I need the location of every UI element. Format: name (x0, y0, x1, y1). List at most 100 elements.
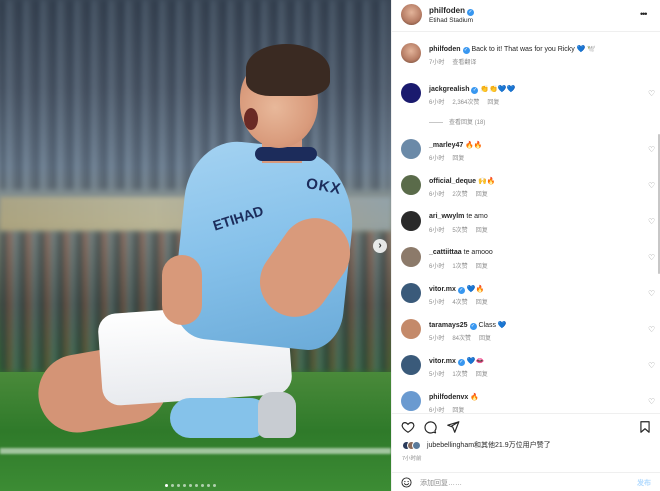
comment-likes[interactable]: 84次赞 (452, 336, 471, 342)
comment-line: vitor.mx ✓ 💙🔥 (429, 285, 484, 294)
reply-button[interactable]: 回复 (476, 228, 488, 234)
comment-text: te amo (466, 213, 488, 220)
comment-meta: 6小时 回复 (429, 153, 472, 162)
comment-like-heart-icon[interactable]: ♡ (648, 181, 655, 190)
comment-likes[interactable]: 1次赞 (452, 372, 467, 378)
comment-username[interactable]: official_deque (429, 178, 476, 185)
reply-button[interactable]: 回复 (476, 192, 488, 198)
carousel-dot[interactable] (207, 484, 210, 487)
more-options-icon[interactable]: ••• (640, 9, 648, 19)
carousel-dot[interactable] (189, 484, 192, 487)
comment-time: 6小时 (429, 192, 445, 198)
comment-item: _cattiittaa te amooo 6小时 1次赞 回复 ♡ (392, 247, 660, 283)
reply-button[interactable]: 回复 (452, 156, 464, 162)
comment-like-heart-icon[interactable]: ♡ (648, 145, 655, 154)
comment-text: Class 💙 (478, 322, 507, 329)
reply-button[interactable]: 回复 (476, 264, 488, 270)
carousel-dot[interactable] (177, 484, 180, 487)
post-comment-button[interactable]: 发布 (637, 478, 651, 488)
share-send-icon[interactable] (446, 420, 460, 434)
comments-list[interactable]: philfoden ✓ Back to it! That was for you … (392, 33, 660, 413)
comment-bubble-icon[interactable] (423, 420, 437, 434)
player-collar (255, 147, 317, 161)
reply-button[interactable]: 回复 (487, 100, 499, 106)
comment-likes[interactable]: 2,364次赞 (452, 100, 479, 106)
comment-avatar[interactable] (401, 391, 421, 411)
comment-line: jackgrealish ✓ 👏👏💙💙 (429, 85, 515, 94)
emoji-smiley-icon[interactable] (401, 477, 412, 488)
comment-username[interactable]: vitor.mx (429, 286, 456, 293)
comment-likes[interactable]: 1次赞 (452, 264, 467, 270)
comment-username[interactable]: vitor.mx (429, 358, 456, 365)
player-hand (162, 255, 202, 325)
comment-likes[interactable]: 2次赞 (452, 192, 467, 198)
comment-meta: 6小时 1次赞 回复 (429, 261, 496, 270)
comment-text: te amooo (463, 249, 493, 256)
comment-username[interactable]: taramays25 (429, 322, 468, 329)
comment-username[interactable]: _marley47 (429, 142, 463, 149)
comment-like-heart-icon[interactable]: ♡ (648, 325, 655, 334)
view-replies-link[interactable]: 查看回复 (18) (429, 117, 485, 126)
post-actions: jubebellingham和其他21.9万位用户赞了 7小时前 发布 (392, 413, 660, 491)
comment-item: _marley47 🔥🔥 6小时 回复 ♡ (392, 139, 660, 175)
post-photo[interactable]: OKX ETIHAD › (0, 0, 391, 491)
comment-like-heart-icon[interactable]: ♡ (648, 217, 655, 226)
comment-avatar[interactable] (401, 355, 421, 375)
comment-username[interactable]: _cattiittaa (429, 249, 462, 256)
post-location[interactable]: Etihad Stadium (429, 17, 473, 24)
comment-time: 5小时 (429, 372, 445, 378)
comment-like-heart-icon[interactable]: ♡ (648, 253, 655, 262)
comment-avatar[interactable] (401, 247, 421, 267)
view-replies-label[interactable]: 查看回复 (18) (449, 120, 485, 126)
carousel-dot[interactable] (183, 484, 186, 487)
comment-input[interactable] (420, 476, 620, 490)
comment-text: 💙🔥 (466, 286, 485, 293)
comment-username[interactable]: philfodenvx (429, 394, 468, 401)
comment-like-heart-icon[interactable]: ♡ (648, 289, 655, 298)
reply-button[interactable]: 回复 (476, 300, 488, 306)
comment-line: _cattiittaa te amooo (429, 249, 493, 256)
comment-like-heart-icon[interactable]: ♡ (648, 89, 655, 98)
carousel-dot[interactable] (165, 484, 168, 487)
carousel-dot[interactable] (171, 484, 174, 487)
comment-avatar[interactable] (401, 175, 421, 195)
likers-text[interactable]: jubebellingham和其他21.9万位用户赞了 (427, 442, 551, 449)
bookmark-save-icon[interactable] (638, 420, 652, 434)
verified-badge-icon: ✓ (471, 87, 479, 94)
see-translation-link[interactable]: 查看翻译 (452, 60, 476, 66)
likers-summary[interactable]: jubebellingham和其他21.9万位用户赞了 (402, 440, 551, 450)
reply-button[interactable]: 回复 (476, 372, 488, 378)
comment-item: official_deque 🙌🔥 6小时 2次赞 回复 ♡ (392, 175, 660, 211)
next-image-button[interactable]: › (373, 239, 387, 253)
comment-meta: 5小时 1次赞 回复 (429, 369, 496, 378)
comment-meta: 5小时 84次赞 回复 (429, 333, 499, 342)
comment-time: 6小时 (429, 100, 445, 106)
comment-like-heart-icon[interactable]: ♡ (648, 397, 655, 406)
carousel-dot[interactable] (195, 484, 198, 487)
reply-button[interactable]: 回复 (479, 336, 491, 342)
comment-text: 💙👄 (466, 358, 485, 365)
caption-username[interactable]: philfoden (429, 46, 461, 53)
comment-likes[interactable]: 4次赞 (452, 300, 467, 306)
caption-line: philfoden ✓ Back to it! That was for you … (429, 45, 596, 54)
author-username[interactable]: philfoden ✓ (429, 6, 474, 16)
comment-time: 6小时 (429, 156, 445, 162)
caption-avatar[interactable] (401, 43, 421, 63)
author-avatar[interactable] (401, 4, 422, 25)
comment-avatar[interactable] (401, 283, 421, 303)
comment-username[interactable]: jackgrealish (429, 86, 469, 93)
comment-line: _marley47 🔥🔥 (429, 141, 483, 149)
caption: philfoden ✓ Back to it! That was for you … (392, 43, 660, 79)
comment-avatar[interactable] (401, 211, 421, 231)
comment-avatar[interactable] (401, 83, 421, 103)
comment-likes[interactable]: 5次赞 (452, 228, 467, 234)
carousel-dot[interactable] (201, 484, 204, 487)
comment-avatar[interactable] (401, 139, 421, 159)
comment-meta: 6小时 2,364次赞 回复 (429, 97, 507, 106)
comment-like-heart-icon[interactable]: ♡ (648, 361, 655, 370)
author-username-text[interactable]: philfoden (429, 6, 465, 15)
like-heart-icon[interactable] (401, 420, 415, 434)
carousel-dot[interactable] (213, 484, 216, 487)
comment-username[interactable]: ari_wwylm (429, 213, 464, 220)
comment-avatar[interactable] (401, 319, 421, 339)
